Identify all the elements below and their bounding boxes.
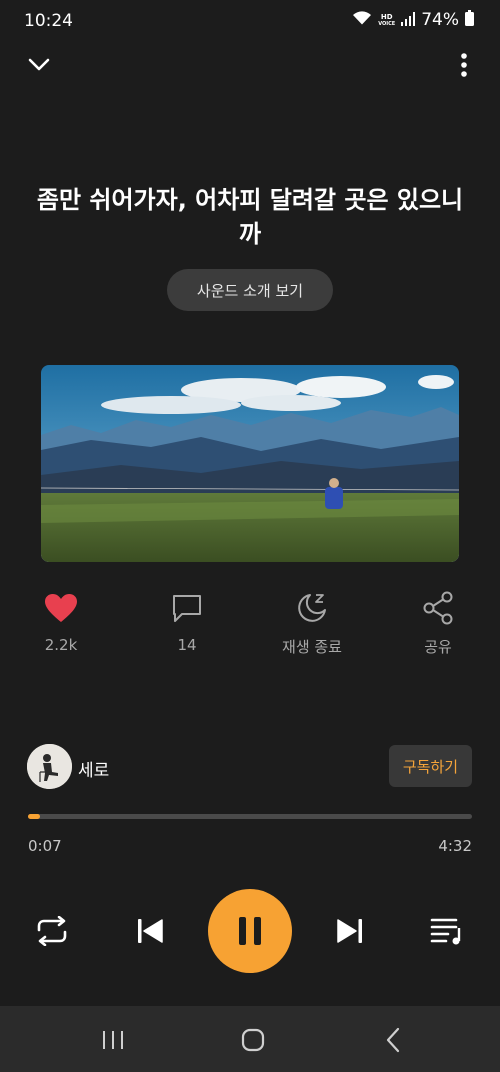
pause-button[interactable]: [208, 889, 292, 973]
heart-icon: [44, 588, 78, 628]
more-options-button[interactable]: [454, 50, 474, 80]
hd-voice-icon: HD VOICE: [378, 12, 396, 27]
back-icon: [386, 1027, 400, 1053]
cover-image: [41, 365, 459, 562]
recent-apps-icon: [103, 1031, 123, 1049]
previous-icon: [138, 919, 163, 943]
like-count: 2.2k: [44, 636, 78, 654]
signal-icon: [401, 11, 416, 30]
back-button[interactable]: [373, 1024, 413, 1056]
previous-button[interactable]: [130, 911, 170, 951]
comment-count: 14: [177, 636, 197, 654]
home-icon: [241, 1028, 265, 1052]
queue-icon: [430, 918, 461, 945]
recent-apps-button[interactable]: [93, 1024, 133, 1056]
track-title: 좀만 쉬어가자, 어차피 달려갈 곳은 있으니까: [36, 186, 464, 248]
pause-icon: [239, 917, 261, 945]
sound-intro-button[interactable]: 사운드 소개 보기: [167, 269, 333, 311]
total-time: 4:32: [438, 837, 472, 855]
chevron-down-icon: [28, 58, 50, 71]
share-button[interactable]: 공유: [388, 588, 488, 657]
share-label: 공유: [424, 638, 452, 656]
top-bar: [0, 48, 500, 84]
next-button[interactable]: [330, 911, 370, 951]
progress-bar[interactable]: [28, 814, 472, 819]
collapse-button[interactable]: [24, 50, 54, 80]
subscribe-button[interactable]: 구독하기: [389, 745, 472, 787]
battery-icon: [465, 10, 474, 30]
like-button[interactable]: 2.2k: [11, 588, 111, 654]
system-nav-bar: [0, 1006, 500, 1072]
playback-controls: [0, 888, 500, 974]
battery-percent: 74%: [421, 10, 459, 30]
current-time: 0:07: [28, 837, 62, 855]
status-bar: 10:24 HD VOICE 74%: [0, 0, 500, 44]
action-row: 2.2k 14 재생 종료 공유: [0, 588, 500, 658]
artist-row: 세로 구독하기: [0, 743, 500, 791]
queue-button[interactable]: [427, 911, 467, 951]
more-vertical-icon: [461, 53, 467, 77]
home-button[interactable]: [233, 1024, 273, 1056]
share-icon: [422, 588, 454, 628]
sleep-timer-button[interactable]: 재생 종료: [262, 588, 362, 657]
comment-button[interactable]: 14: [137, 588, 237, 654]
sleep-label: 재생 종료: [282, 638, 342, 656]
artist-name[interactable]: 세로: [78, 756, 109, 781]
repeat-button[interactable]: [32, 911, 72, 951]
status-icons: HD VOICE 74%: [352, 10, 474, 30]
moon-sleep-icon: [295, 588, 329, 628]
next-icon: [337, 919, 362, 943]
status-time: 10:24: [24, 11, 73, 31]
repeat-icon: [37, 916, 67, 946]
progress-fill: [28, 814, 40, 819]
wifi-icon: [352, 10, 372, 30]
avatar[interactable]: [27, 744, 72, 789]
comment-icon: [171, 588, 203, 628]
